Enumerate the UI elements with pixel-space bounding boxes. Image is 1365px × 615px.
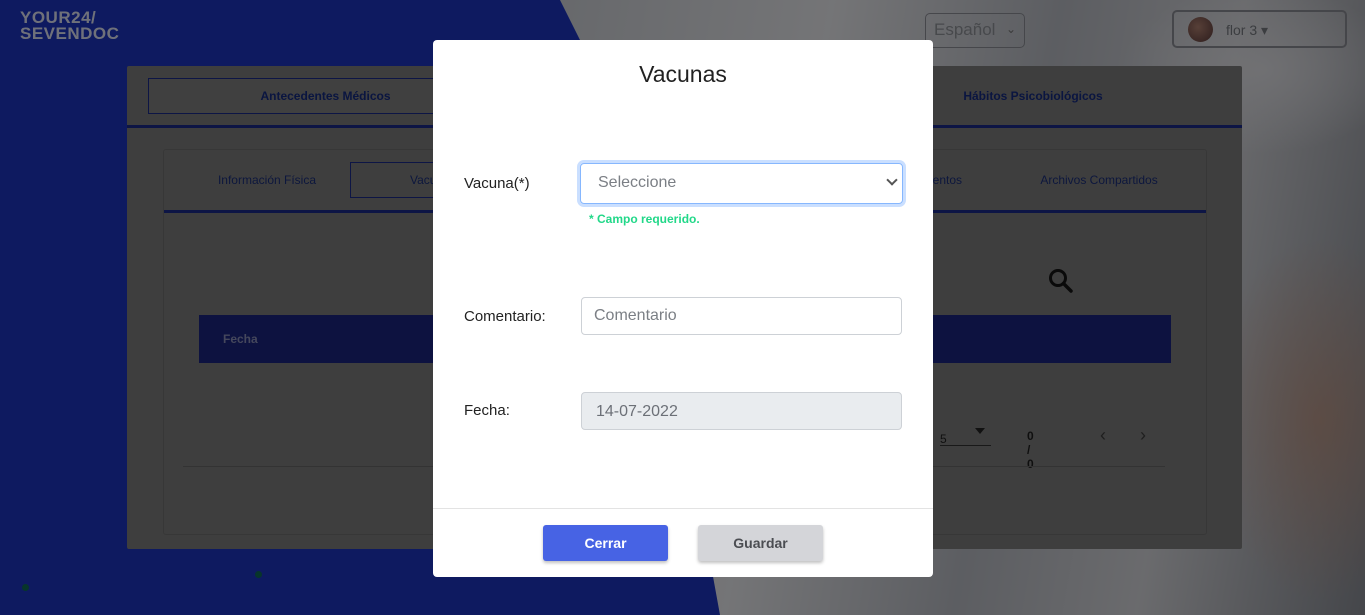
fecha-label: Fecha: — [464, 402, 510, 419]
comentario-input[interactable]: Comentario — [581, 297, 902, 335]
vacuna-label: Vacuna(*) — [464, 175, 530, 192]
close-button-label: Cerrar — [584, 535, 627, 551]
vacuna-select[interactable]: Seleccione — [580, 163, 903, 204]
fecha-value: 14-07-2022 — [596, 403, 678, 420]
fecha-field: 14-07-2022 — [581, 392, 902, 430]
save-button[interactable]: Guardar — [698, 525, 823, 561]
modal-title: Vacunas — [639, 61, 727, 87]
vacuna-select-value: Seleccione — [598, 174, 677, 191]
required-message: * Campo requerido. — [589, 212, 700, 226]
chevron-down-icon — [886, 174, 898, 186]
save-button-label: Guardar — [733, 535, 788, 551]
comentario-label: Comentario: — [464, 308, 546, 325]
vacunas-modal: Vacunas Vacuna(*) Seleccione * Campo req… — [433, 40, 933, 577]
comentario-placeholder: Comentario — [594, 307, 677, 324]
modal-footer-divider — [433, 508, 933, 509]
close-button[interactable]: Cerrar — [543, 525, 668, 561]
